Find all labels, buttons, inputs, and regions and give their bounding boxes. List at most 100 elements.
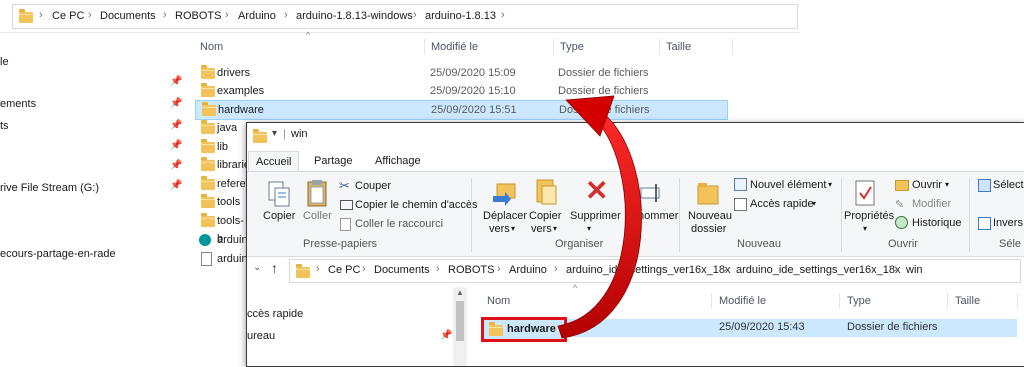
nav-item[interactable]: le: [0, 54, 9, 70]
dropdown-arrow-icon[interactable]: ▾: [553, 224, 557, 233]
tab-partage[interactable]: Partage: [307, 151, 360, 171]
breadcrumb-item[interactable]: ROBOTS: [448, 264, 494, 276]
supprimer-button[interactable]: Supprimer: [570, 210, 621, 222]
copier-button[interactable]: Copier: [263, 210, 295, 222]
nouveau-dossier-button[interactable]: Nouveau: [688, 210, 732, 222]
dropdown-arrow-icon[interactable]: ▾: [945, 180, 949, 189]
column-divider[interactable]: [553, 39, 554, 55]
file-name: arduin: [217, 253, 248, 265]
list-item-selected[interactable]: hardware 25/09/2020 15:51 Dossier de fic…: [195, 100, 728, 120]
proprietes-button[interactable]: Propriétés: [844, 210, 894, 222]
pin-icon[interactable]: 📌: [170, 76, 182, 87]
breadcrumb-item[interactable]: Ce PC: [52, 10, 84, 22]
nav-item[interactable]: rive File Stream (G:): [0, 180, 99, 196]
scrollbar[interactable]: ▲: [453, 287, 467, 366]
dropdown-arrow-icon[interactable]: ▾: [863, 224, 867, 233]
column-header-modified[interactable]: Modifié le: [719, 292, 766, 310]
column-divider[interactable]: [839, 293, 840, 309]
copier-vers-button[interactable]: Copier: [529, 210, 561, 222]
breadcrumb-item[interactable]: win: [906, 264, 923, 276]
column-header-size[interactable]: Taille: [955, 292, 980, 310]
chevron-right-icon: ›: [39, 9, 43, 21]
column-header-name[interactable]: Nom: [200, 38, 223, 56]
move-to-icon: [493, 183, 516, 206]
up-arrow-icon[interactable]: ↑: [271, 260, 278, 276]
column-divider[interactable]: [732, 39, 733, 55]
file-name: java: [217, 122, 238, 134]
coller-button[interactable]: Coller: [303, 210, 332, 222]
breadcrumb-item[interactable]: Documents: [374, 264, 430, 276]
dropdown-arrow-icon[interactable]: ▾: [828, 180, 832, 189]
pin-icon[interactable]: 📌: [170, 98, 182, 109]
quick-access-dropdown-icon[interactable]: ▾: [272, 128, 277, 139]
front-address-bar[interactable]: › Ce PC › Documents › ROBOTS › Arduino ›…: [289, 259, 1021, 283]
list-item[interactable]: librarie: [195, 156, 250, 174]
dropdown-arrow-icon[interactable]: ▾: [812, 199, 816, 208]
file-type: Dossier de fichiers: [558, 67, 649, 79]
back-address-bar[interactable]: › Ce PC › Documents › ROBOTS › Arduino ›…: [12, 4, 798, 29]
nav-item[interactable]: ements: [0, 96, 36, 112]
nav-item[interactable]: ecours-partage-en-rade: [0, 246, 116, 262]
breadcrumb-item[interactable]: arduino-1.8.13: [425, 10, 496, 22]
ouvrir-button[interactable]: Ouvrir: [912, 179, 942, 191]
pin-icon[interactable]: 📌: [440, 330, 452, 341]
column-divider[interactable]: [1017, 293, 1018, 309]
easy-access-icon: [734, 198, 747, 211]
historique-button[interactable]: Historique: [912, 217, 962, 229]
column-divider[interactable]: [711, 293, 712, 309]
column-divider[interactable]: [947, 293, 948, 309]
list-item[interactable]: drivers 25/09/2020 15:09 Dossier de fich…: [195, 64, 730, 82]
pin-icon[interactable]: 📌: [170, 160, 182, 171]
column-header-size[interactable]: Taille: [666, 38, 691, 56]
nav-item[interactable]: ts: [0, 118, 9, 134]
list-item[interactable]: examples 25/09/2020 15:10 Dossier de fic…: [195, 82, 730, 100]
breadcrumb-item[interactable]: ROBOTS: [175, 10, 221, 22]
dropdown-arrow-icon[interactable]: ▾: [511, 224, 515, 233]
breadcrumb-item[interactable]: Arduino: [509, 264, 547, 276]
list-item[interactable]: tools-b: [195, 212, 245, 245]
pin-icon[interactable]: 📌: [170, 140, 182, 151]
list-item[interactable]: arduin: [195, 231, 248, 249]
copier-chemin-button[interactable]: Copier le chemin d'accès: [355, 199, 478, 211]
tab-affichage[interactable]: Affichage: [368, 151, 428, 171]
rename-icon: [640, 184, 660, 202]
breadcrumb-item[interactable]: Documents: [100, 10, 156, 22]
tab-accueil[interactable]: Accueil: [248, 151, 300, 172]
acces-rapide-button[interactable]: Accès rapide: [750, 198, 814, 210]
breadcrumb-item[interactable]: arduino-1.8.13-windows: [296, 10, 413, 22]
breadcrumb-item[interactable]: arduino_ide_settings_ver16x_18x: [566, 264, 731, 276]
list-item[interactable]: tools: [195, 193, 245, 211]
coller-raccourci-button[interactable]: Coller le raccourci: [355, 218, 443, 230]
breadcrumb-item[interactable]: Ce PC: [328, 264, 360, 276]
scrollbar-thumb[interactable]: [456, 301, 464, 341]
column-header-name[interactable]: Nom: [487, 292, 510, 310]
title-separator: |: [283, 128, 286, 140]
pin-icon[interactable]: 📌: [170, 120, 182, 131]
list-item[interactable]: arduin: [195, 250, 248, 268]
column-header-modified[interactable]: Modifié le: [431, 38, 478, 56]
list-item[interactable]: lib: [195, 138, 245, 156]
chevron-down-icon[interactable]: ⌄: [253, 262, 261, 273]
column-divider[interactable]: [659, 39, 660, 55]
breadcrumb-item[interactable]: Arduino: [238, 10, 276, 22]
dropdown-arrow-icon[interactable]: ▾: [587, 224, 591, 233]
renommer-button[interactable]: Renommer: [624, 210, 678, 222]
column-header-type[interactable]: Type: [560, 38, 584, 56]
breadcrumb-item[interactable]: arduino_ide_settings_ver16x_18x: [736, 264, 901, 276]
scroll-up-icon[interactable]: ▲: [456, 288, 464, 297]
pin-icon[interactable]: 📌: [170, 180, 182, 191]
couper-button[interactable]: Couper: [355, 180, 391, 192]
column-divider[interactable]: [424, 39, 425, 55]
inverser-button[interactable]: Invers: [993, 217, 1023, 229]
nav-item-desktop[interactable]: ureau: [247, 330, 275, 342]
group-divider: [679, 178, 680, 252]
column-header-type[interactable]: Type: [847, 292, 871, 310]
nouvel-element-button[interactable]: Nouvel élément: [750, 179, 826, 191]
selectionner-button[interactable]: Sélect: [993, 179, 1024, 191]
nav-item-quick-access[interactable]: ccès rapide: [247, 308, 303, 320]
file-date: 25/09/2020 15:51: [431, 104, 517, 116]
modifier-button[interactable]: Modifier: [912, 198, 951, 210]
list-item[interactable]: referen: [195, 175, 252, 193]
deplacer-button[interactable]: Déplacer: [483, 210, 527, 222]
list-item[interactable]: java: [195, 119, 245, 137]
